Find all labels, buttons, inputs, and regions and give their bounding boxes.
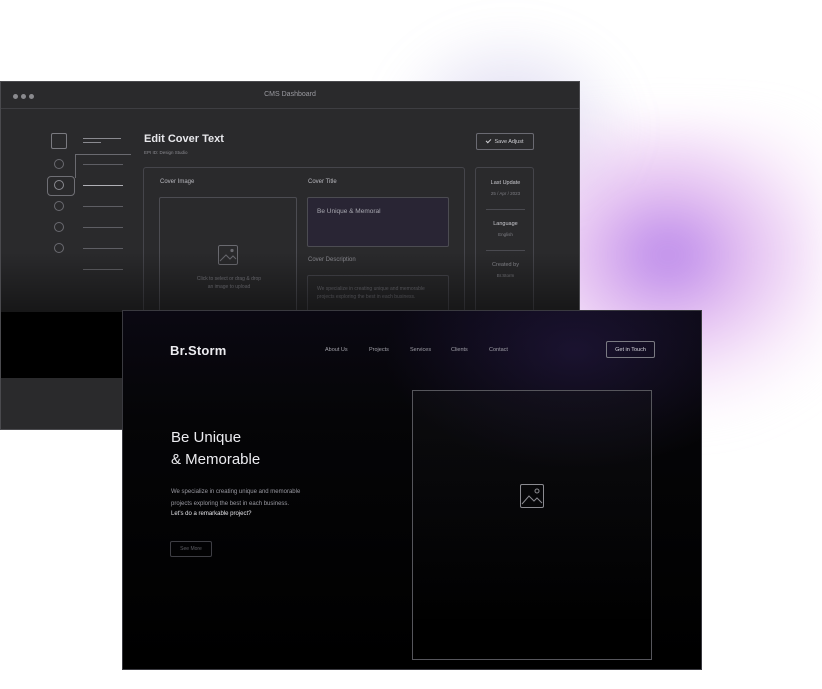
sidebar-connector bbox=[75, 154, 131, 178]
checkmark-icon bbox=[486, 137, 492, 144]
hero-title-line: Be Unique bbox=[171, 429, 242, 446]
cover-description-line: We specialize in creating unique and mem… bbox=[317, 286, 425, 292]
sidebar-logo[interactable] bbox=[51, 133, 67, 149]
nav-link-clients[interactable]: Clients bbox=[451, 347, 468, 353]
cover-title-input[interactable]: Be Unique & Memoral bbox=[307, 197, 449, 247]
cover-title-value: Be Unique & Memoral bbox=[317, 208, 381, 215]
created-by-value: Br.Storm bbox=[496, 273, 515, 278]
sidebar-item-icon[interactable] bbox=[54, 243, 64, 253]
nav-link-about[interactable]: About Us bbox=[325, 347, 348, 353]
hero-description-line: We specialize in creating unique and mem… bbox=[171, 489, 301, 495]
save-adjust-label: Save Adjust bbox=[494, 138, 524, 145]
sidebar-item-label[interactable] bbox=[83, 227, 123, 228]
sidebar-item-label[interactable] bbox=[83, 185, 123, 186]
hero-title-line: & Memorable bbox=[171, 451, 261, 468]
sidebar-item-icon[interactable] bbox=[54, 159, 64, 169]
sidebar-item-icon[interactable] bbox=[54, 201, 64, 211]
save-adjust-button[interactable]: Save Adjust bbox=[476, 133, 534, 150]
cover-image-dropzone[interactable]: Click to select or drag & drop an image … bbox=[159, 197, 297, 317]
window-titlebar: CMS Dashboard bbox=[1, 82, 579, 109]
sidebar-item-label[interactable] bbox=[83, 269, 123, 270]
get-in-touch-button[interactable]: Get in Touch bbox=[606, 341, 655, 358]
sidebar-item-label[interactable] bbox=[83, 164, 123, 165]
sidebar-item-label[interactable] bbox=[83, 248, 123, 249]
nav-link-services[interactable]: Services bbox=[410, 347, 431, 353]
hero-description-line: projects exploring the best in each busi… bbox=[171, 501, 290, 507]
hero-description: We specialize in creating unique and mem… bbox=[171, 486, 300, 510]
meta-divider bbox=[486, 209, 525, 210]
nav-link-contact[interactable]: Contact bbox=[489, 347, 508, 353]
hero-image-fade bbox=[413, 579, 651, 659]
image-placeholder-icon bbox=[218, 245, 238, 265]
sidebar-item-icon[interactable] bbox=[54, 180, 64, 190]
image-placeholder-icon bbox=[520, 484, 544, 508]
hero-image-placeholder bbox=[412, 390, 652, 660]
sidebar-item-icon[interactable] bbox=[54, 222, 64, 232]
last-update-label: Last Update bbox=[490, 180, 521, 186]
cover-image-hint: Click to select or drag & drop an image … bbox=[160, 276, 298, 291]
window-title: CMS Dashboard bbox=[264, 91, 316, 98]
hero-cta-text: Let's do a remarkable project? bbox=[171, 511, 252, 517]
cover-image-hint-line: Click to select or drag & drop bbox=[196, 276, 262, 282]
site-logo[interactable]: Br.Storm bbox=[170, 343, 227, 358]
see-more-button[interactable]: See More bbox=[170, 541, 212, 557]
cover-title-label: Cover Title bbox=[308, 179, 337, 185]
cover-description-line: projects exploring the best in each busi… bbox=[317, 293, 416, 300]
nav-link-projects[interactable]: Projects bbox=[369, 347, 389, 353]
cover-description-input[interactable]: We specialize in creating unique and mem… bbox=[307, 275, 449, 315]
website-preview-window: Br.Storm About Us Projects Services Clie… bbox=[122, 310, 702, 670]
cover-description-value: We specialize in creating unique and mem… bbox=[317, 286, 425, 301]
hero-title: Be Unique & Memorable bbox=[171, 427, 260, 471]
page-subtitle: EPI ID: Design Studio bbox=[144, 150, 188, 155]
created-by-label: Created by bbox=[492, 262, 519, 268]
language-value: English bbox=[498, 232, 513, 237]
last-update-value: 25 / Apr / 2023 bbox=[490, 191, 521, 196]
page-title: Edit Cover Text bbox=[144, 133, 224, 145]
language-label: Language bbox=[493, 221, 518, 227]
sidebar-item-label[interactable] bbox=[83, 206, 123, 207]
meta-divider bbox=[486, 250, 525, 251]
cover-image-hint-line: an image to upload bbox=[207, 283, 251, 290]
cover-image-label: Cover Image bbox=[160, 179, 195, 185]
cover-description-label: Cover Description bbox=[308, 257, 356, 263]
